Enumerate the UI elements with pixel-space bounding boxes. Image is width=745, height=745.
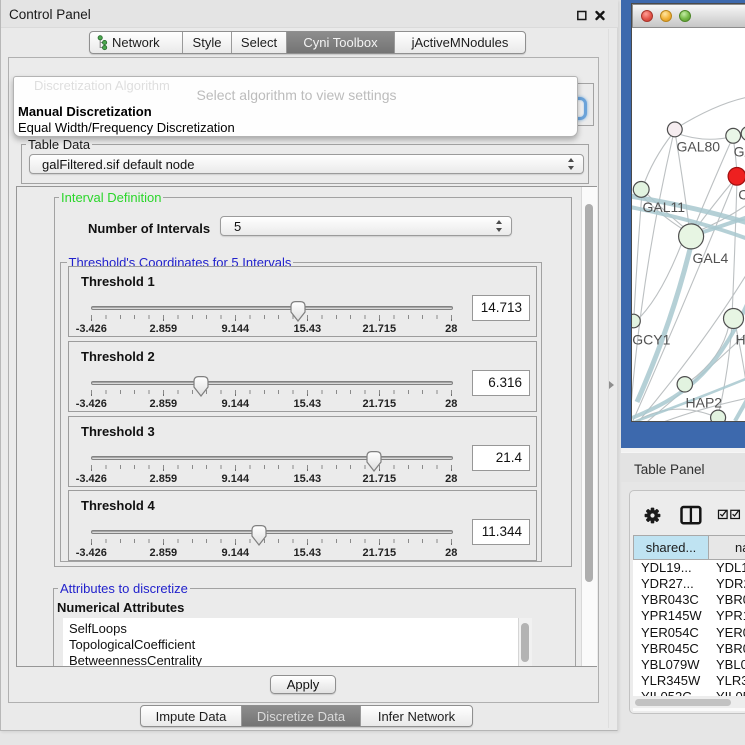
svg-text:GCY1: GCY1 xyxy=(632,332,670,348)
svg-text:C: C xyxy=(738,187,745,203)
svg-text:H: H xyxy=(736,332,745,348)
svg-text:GAL11: GAL11 xyxy=(643,199,686,215)
svg-text:GAL80: GAL80 xyxy=(677,139,721,155)
svg-text:GAL4: GAL4 xyxy=(693,250,729,266)
svg-text:GA: GA xyxy=(734,144,745,160)
svg-text:HAP2: HAP2 xyxy=(686,395,723,411)
